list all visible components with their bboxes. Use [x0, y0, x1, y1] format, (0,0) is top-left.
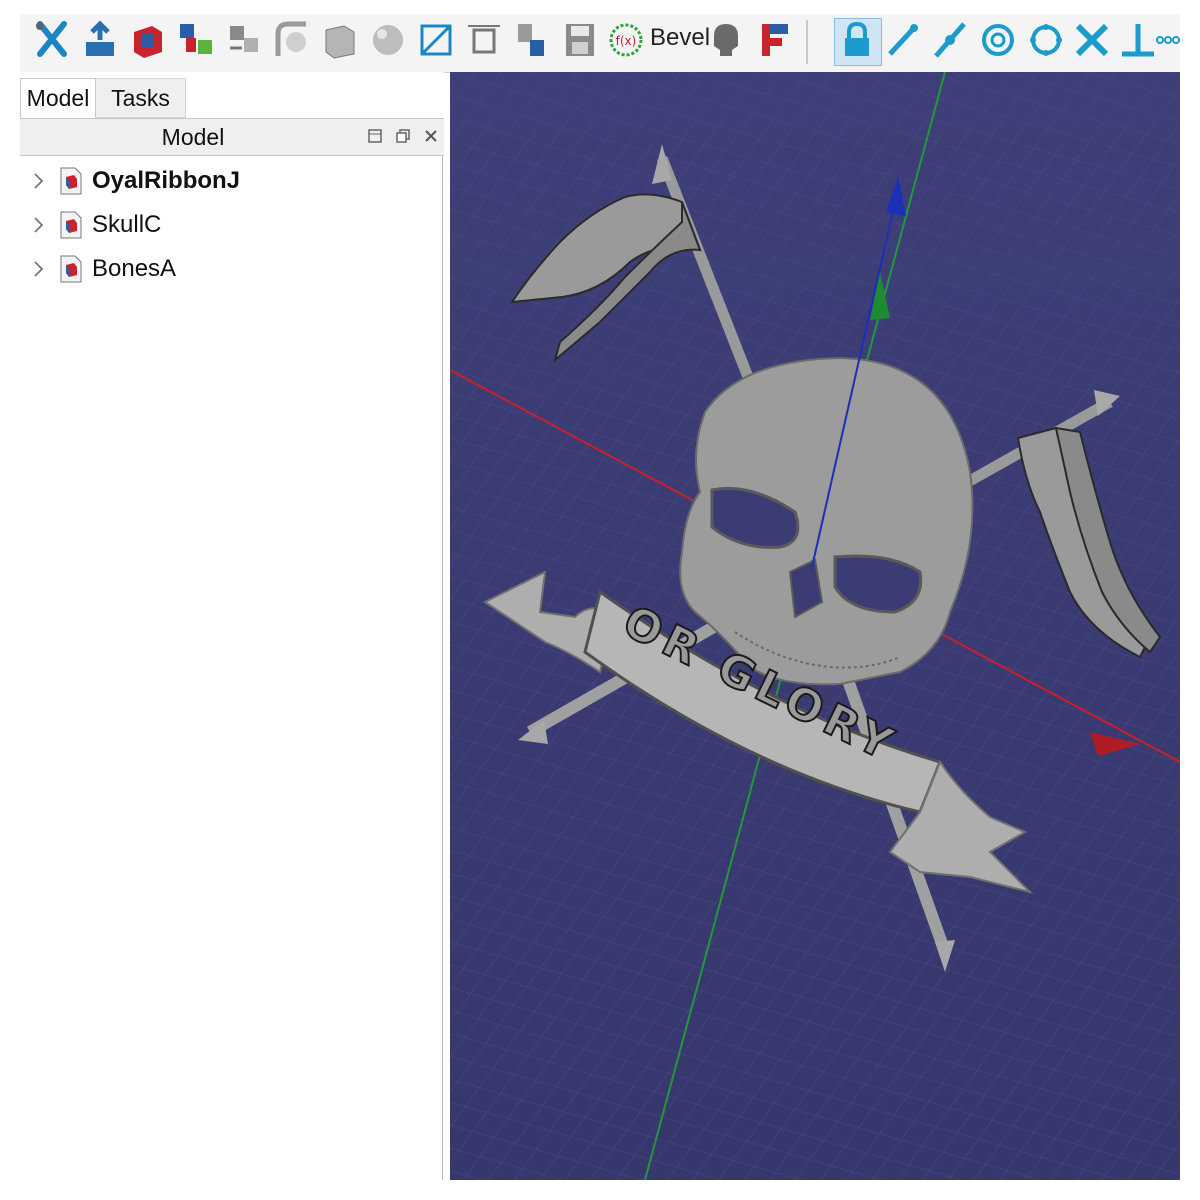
more-icon[interactable]	[1156, 18, 1180, 62]
save-icon[interactable]	[558, 18, 602, 62]
skull-tool-icon[interactable]	[704, 18, 748, 62]
chevron-right-icon[interactable]	[26, 216, 50, 234]
box-icon[interactable]	[318, 18, 362, 62]
chevron-right-icon[interactable]	[26, 260, 50, 278]
tab-tasks[interactable]: Tasks	[96, 78, 186, 118]
perpendicular-icon[interactable]	[1116, 18, 1160, 62]
tree-item-label: SkullC	[92, 211, 162, 238]
close-icon[interactable]	[420, 125, 442, 147]
part-document-icon	[60, 211, 82, 239]
chevron-right-icon[interactable]	[26, 172, 50, 190]
combo-view: Model Tasks Model OyalRibbonJ SkullC Bon…	[20, 72, 444, 1180]
fillet-icon[interactable]	[270, 18, 314, 62]
minimize-icon[interactable]	[364, 125, 386, 147]
sphere-icon[interactable]	[366, 18, 410, 62]
model-panel-header: Model	[20, 118, 444, 156]
toolbar: f(x) Bevel	[20, 14, 1180, 73]
line-icon[interactable]	[880, 18, 924, 62]
sketch-icon[interactable]	[414, 18, 458, 62]
part-list-icon[interactable]	[222, 18, 266, 62]
tools-icon[interactable]	[30, 18, 74, 62]
flag-icon[interactable]	[752, 18, 796, 62]
part-document-icon	[60, 255, 82, 283]
intersect-icon[interactable]	[1070, 18, 1114, 62]
tree-item-bonesa[interactable]: BonesA	[20, 248, 440, 290]
formula-icon[interactable]: f(x)	[604, 18, 648, 62]
model-tree: OyalRibbonJ SkullC BonesA	[20, 156, 443, 1180]
tree-item-label: OyalRibbonJ	[92, 167, 241, 194]
3d-viewport[interactable]: OR GLORY	[450, 72, 1180, 1180]
tree-item-oyalribbonj[interactable]: OyalRibbonJ	[20, 160, 440, 202]
dimension-icon[interactable]	[462, 18, 506, 62]
tree-item-skullc[interactable]: SkullC	[20, 204, 440, 246]
svg-text:f(x): f(x)	[616, 34, 637, 48]
part-document-icon	[60, 167, 82, 195]
pocket-icon[interactable]	[126, 18, 170, 62]
extrude-icon[interactable]	[78, 18, 122, 62]
viewport-scene: OR GLORY	[450, 72, 1180, 1180]
circle-icon[interactable]	[976, 18, 1020, 62]
boolean-icon[interactable]	[174, 18, 218, 62]
tab-model[interactable]: Model	[20, 78, 96, 118]
lock-icon[interactable]	[835, 18, 879, 62]
bevel-label[interactable]: Bevel	[650, 24, 710, 52]
segment-icon[interactable]	[928, 18, 972, 62]
float-icon[interactable]	[392, 125, 414, 147]
toolbar-separator	[806, 20, 808, 64]
assembly-icon[interactable]	[510, 18, 554, 62]
polygon-icon[interactable]	[1024, 18, 1068, 62]
tree-item-label: BonesA	[92, 255, 177, 282]
panel-title: Model	[161, 124, 225, 150]
